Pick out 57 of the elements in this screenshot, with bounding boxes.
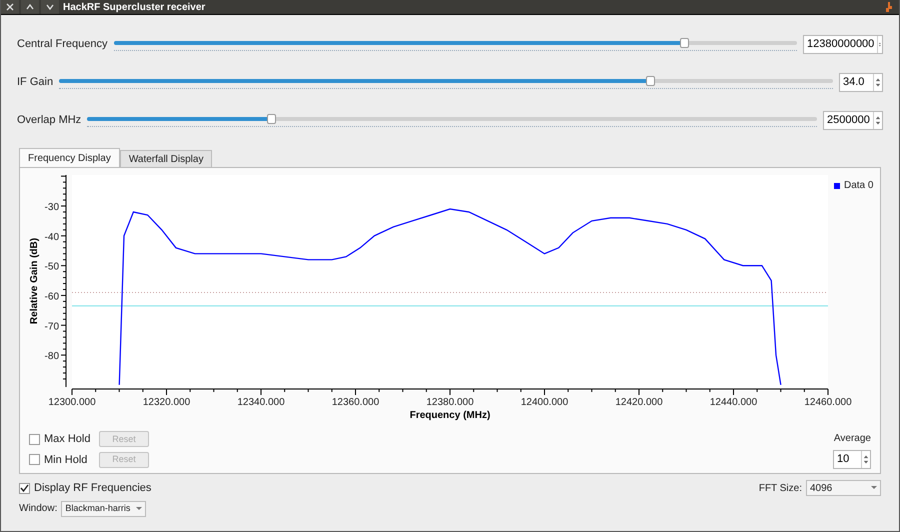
window-title: HackRF Supercluster receiver — [63, 0, 206, 14]
tab[interactable]: Frequency Display — [19, 148, 120, 167]
slider-handle[interactable] — [680, 38, 690, 48]
x-tick-label: 12340.000 — [237, 397, 285, 408]
spin-box[interactable]: 34.0 — [839, 73, 883, 92]
spin-value: 34.0 — [842, 75, 866, 90]
checkbox[interactable]: Max Hold — [29, 431, 90, 448]
window-function-dropdown[interactable]: Blackman-harris — [61, 500, 146, 516]
slider-label: Central Frequency — [17, 37, 108, 52]
spin-arrows-icon[interactable] — [861, 451, 870, 468]
fft-size-label: FFT Size: — [758, 482, 802, 496]
slider-label: Overlap MHz — [17, 113, 82, 128]
spin-arrows-icon[interactable] — [877, 36, 882, 53]
x-tick-label: 12400.000 — [520, 397, 568, 408]
y-axis-title: Relative Gain (dB) — [29, 238, 40, 324]
chevron-up-icon[interactable] — [21, 0, 39, 14]
check-icon — [20, 484, 29, 493]
slider-track[interactable] — [87, 114, 817, 128]
spin-arrows-icon[interactable] — [873, 74, 882, 91]
app-icon — [885, 1, 893, 13]
spin-value: 2500000 — [826, 113, 871, 128]
x-tick-label: 12420.000 — [615, 397, 663, 408]
spin-value: 10 — [836, 452, 850, 467]
spin-value: 12380000000 — [806, 37, 876, 52]
close-icon[interactable] — [1, 0, 19, 14]
fft-size-dropdown[interactable]: 4096 — [806, 480, 881, 496]
dropdown-arrow-icon — [136, 506, 142, 510]
slider-track[interactable] — [114, 38, 797, 52]
slider-track[interactable] — [59, 76, 833, 90]
checkbox[interactable]: Display RF Frequencies — [19, 480, 152, 496]
y-tick-label: -30 — [44, 202, 59, 213]
y-tick-label: -80 — [44, 351, 59, 362]
spin-box[interactable]: 2500000 — [823, 111, 883, 130]
y-tick-label: -70 — [44, 321, 59, 332]
spin-arrows-icon[interactable] — [873, 112, 882, 129]
x-tick-label: 12440.000 — [710, 397, 758, 408]
slider-handle[interactable] — [267, 114, 276, 124]
tab[interactable]: Waterfall Display — [120, 150, 212, 167]
chevron-down-icon[interactable] — [41, 0, 59, 14]
y-tick-label: -40 — [44, 232, 59, 243]
window-function-label: Window: — [19, 502, 58, 516]
x-tick-label: 12460.000 — [804, 397, 852, 408]
x-tick-label: 12320.000 — [142, 397, 190, 408]
slider-label: IF Gain — [17, 75, 54, 90]
y-tick-label: -60 — [44, 291, 59, 302]
x-tick-label: 12380.000 — [426, 397, 474, 408]
slider-handle[interactable] — [646, 76, 656, 86]
spin-box[interactable]: 12380000000 — [803, 35, 883, 54]
checkbox[interactable]: Min Hold — [29, 452, 88, 468]
average-label: Average — [834, 432, 871, 446]
dropdown-arrow-icon — [871, 486, 877, 490]
legend-label: Data 0 — [844, 179, 874, 193]
x-axis-title: Frequency (MHz) — [410, 410, 490, 421]
spin-box[interactable]: 10 — [833, 450, 871, 469]
x-tick-label: 12360.000 — [332, 397, 380, 408]
y-tick-label: -50 — [44, 262, 59, 273]
x-tick-label: 12300.000 — [48, 397, 96, 408]
